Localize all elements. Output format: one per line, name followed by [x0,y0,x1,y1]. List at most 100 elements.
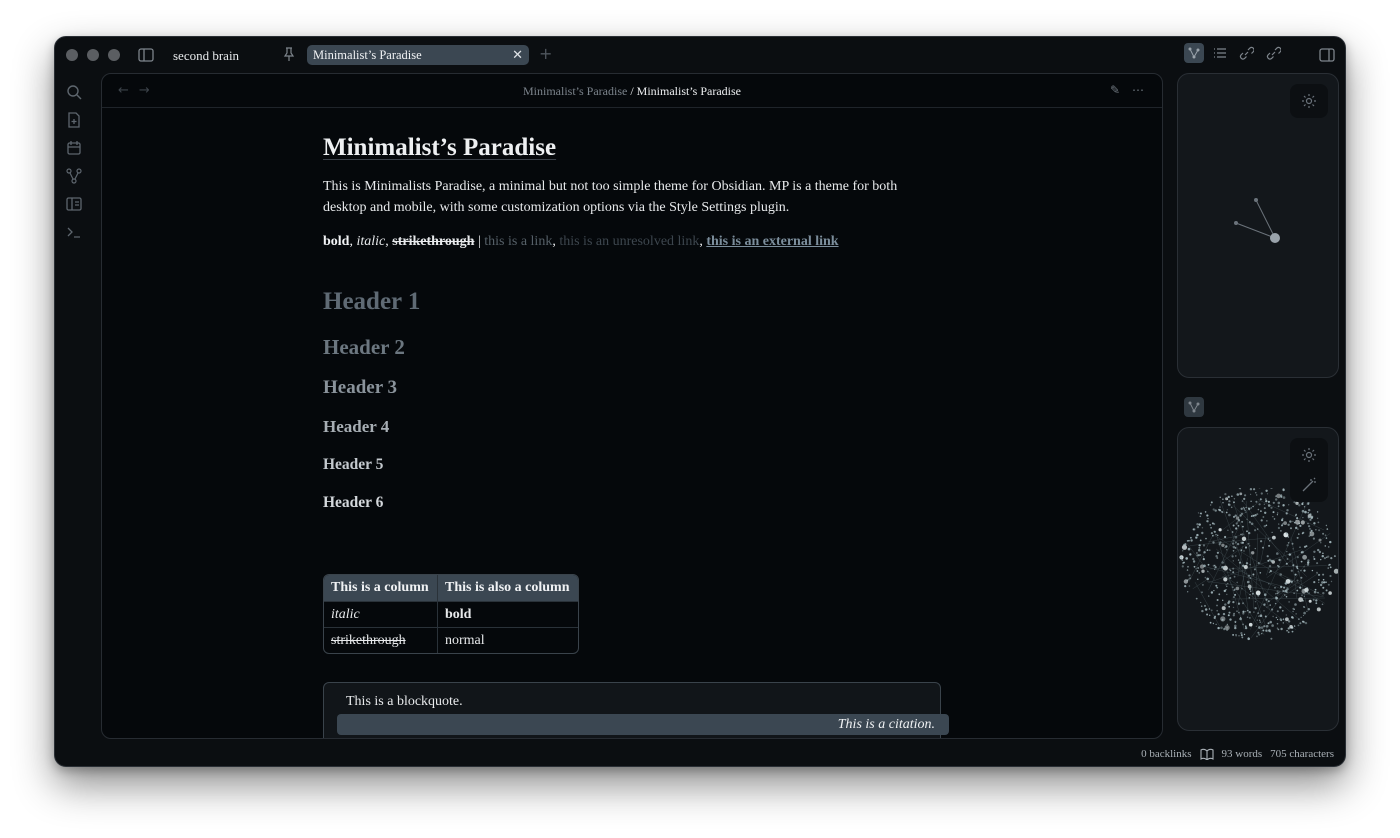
graph-node[interactable] [1214,564,1216,567]
graph-node[interactable] [1232,550,1235,552]
graph-node[interactable] [1198,548,1201,552]
graph-node[interactable] [1187,565,1189,568]
graph-node[interactable] [1223,628,1226,631]
graph-node[interactable] [1248,597,1251,599]
graph-node[interactable] [1212,622,1215,625]
graph-node[interactable] [1296,579,1299,582]
graph-node[interactable] [1258,615,1260,617]
graph-node[interactable] [1307,502,1310,505]
breadcrumb-parent[interactable]: Minimalist’s Paradise [523,84,627,98]
graph-node[interactable] [1209,549,1211,551]
graph-node[interactable] [1253,568,1256,571]
graph-node[interactable] [1204,511,1207,513]
graph-node[interactable] [1299,586,1302,589]
graph-node[interactable] [1199,512,1202,515]
graph-node[interactable] [1254,601,1256,603]
graph-node[interactable] [1282,488,1285,491]
graph-node[interactable] [1280,585,1283,589]
graph-node[interactable] [1299,622,1302,625]
graph-node[interactable] [1249,617,1251,619]
graph-node[interactable] [1265,598,1268,601]
graph-node[interactable] [1244,494,1247,497]
graph-node[interactable] [1181,544,1188,550]
graph-node[interactable] [1313,556,1315,558]
graph-node[interactable] [1315,529,1317,531]
graph-node[interactable] [1269,540,1271,542]
graph-node[interactable] [1255,590,1261,596]
graph-node[interactable] [1240,634,1243,637]
graph-node[interactable] [1305,545,1308,548]
graph-node[interactable] [1253,488,1256,491]
graph-node[interactable] [1224,625,1230,631]
graph-node[interactable] [1201,583,1204,586]
graph-node[interactable] [1275,498,1278,501]
graph-node[interactable] [1284,582,1287,585]
graph-node[interactable] [1319,583,1323,587]
graph-node[interactable] [1219,506,1221,508]
graph-node[interactable] [1246,616,1249,618]
graph-node[interactable] [1304,606,1306,608]
graph-node[interactable] [1239,492,1243,496]
graph-node[interactable] [1277,565,1280,568]
backlinks-icon[interactable] [1239,46,1254,61]
graph-node[interactable] [1318,581,1320,584]
graph-node[interactable] [1318,538,1322,542]
graph-node[interactable] [1231,531,1234,533]
graph-node[interactable] [1262,516,1265,518]
graph-node[interactable] [1239,514,1242,517]
graph-node[interactable] [1265,500,1268,503]
graph-node[interactable] [1288,628,1290,630]
graph-node[interactable] [1281,524,1283,527]
graph-node[interactable] [1210,501,1213,504]
graph-node[interactable] [1316,571,1318,574]
graph-node[interactable] [1276,627,1278,629]
graph-node[interactable] [1333,568,1339,574]
graph-node[interactable] [1293,592,1295,594]
graph-node[interactable] [1198,546,1201,549]
graph-node[interactable] [1286,558,1289,560]
graph-node[interactable] [1321,603,1324,606]
graph-node[interactable] [1329,574,1332,578]
graph-node[interactable] [1282,504,1285,507]
graph-node[interactable] [1300,560,1303,563]
graph-node[interactable] [1302,531,1305,534]
graph-node[interactable] [1313,558,1316,560]
graph-node[interactable] [1206,613,1209,616]
graph-node[interactable] [1328,591,1332,595]
graph-node[interactable] [1303,611,1306,615]
graph-node[interactable] [1256,619,1258,621]
graph-node[interactable] [1193,565,1196,568]
graph-node[interactable] [1317,591,1319,594]
right-sidebar-toggle-icon[interactable] [1319,48,1335,62]
graph-node[interactable] [1205,537,1207,540]
graph-node[interactable] [1306,591,1308,594]
graph-node[interactable] [1284,594,1286,596]
graph-node[interactable] [1277,618,1279,621]
graph-node[interactable] [1250,515,1253,517]
graph-node[interactable] [1277,628,1280,631]
graph-node[interactable] [1195,597,1198,600]
graph-node[interactable] [1281,523,1284,525]
graph-node[interactable] [1266,520,1268,522]
graph-node[interactable] [1314,588,1317,591]
graph-node[interactable] [1240,512,1244,515]
graph-node[interactable] [1238,561,1242,564]
backlinks-count[interactable]: 0 backlinks [1141,748,1191,760]
graph-node[interactable] [1325,524,1328,527]
graph-node[interactable] [1308,525,1311,528]
graph-node[interactable] [1185,557,1188,560]
graph-node[interactable] [1256,494,1258,496]
graph-node[interactable] [1211,609,1213,611]
graph-node[interactable] [1276,493,1281,499]
graph-node[interactable] [1255,500,1258,503]
graph-node[interactable] [1244,546,1248,549]
graph-node[interactable] [1259,498,1262,501]
graph-node[interactable] [1320,558,1322,561]
graph-node[interactable] [1253,611,1255,613]
graph-node[interactable] [1313,590,1317,594]
graph-node[interactable] [1259,572,1262,574]
graph-node[interactable] [1235,586,1240,591]
graph-node[interactable] [1242,602,1244,605]
graph-node[interactable] [1245,506,1247,509]
graph-node[interactable] [1297,571,1299,573]
